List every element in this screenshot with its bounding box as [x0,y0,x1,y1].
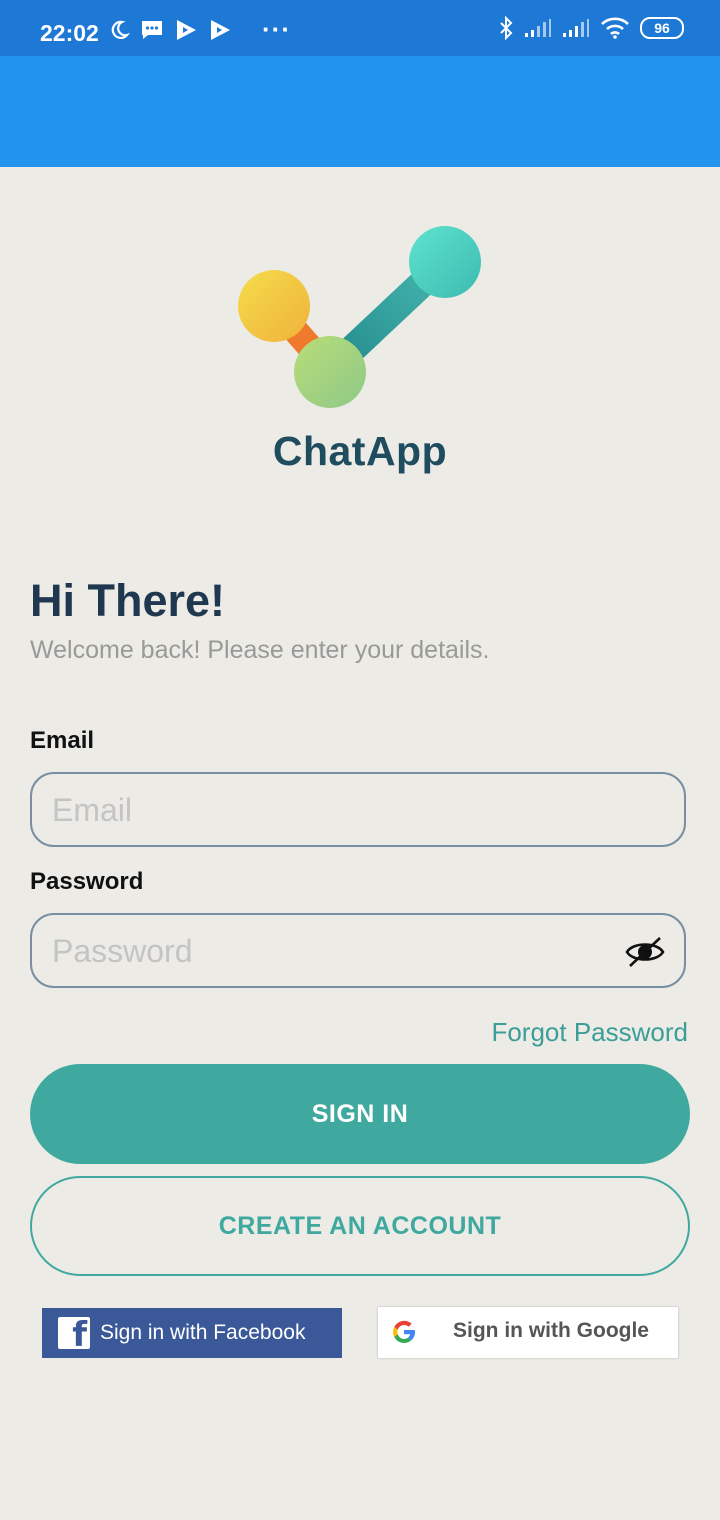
battery-indicator: 96 [640,17,684,39]
page-title: Hi There! [30,575,226,626]
brand-name: ChatApp [272,428,448,474]
notification-icons [108,18,232,42]
password-field-container [30,913,686,988]
message-icon [142,21,162,39]
page-subtitle: Welcome back! Please enter your details. [30,636,490,664]
facebook-icon: f [58,1317,90,1349]
password-field[interactable] [50,915,614,988]
signal-icon [525,19,551,37]
forgot-password-link[interactable]: Forgot Password [491,1017,688,1048]
email-label: Email [30,727,95,754]
google-sign-in-label: Sign in with Google [453,1319,649,1342]
play-icon [211,20,230,40]
create-account-button[interactable]: CREATE AN ACCOUNT [30,1176,690,1276]
eye-off-icon[interactable] [624,935,666,969]
bluetooth-icon [500,16,513,40]
moon-icon [111,20,130,39]
status-bar: 22:02 ··· 96 [0,0,720,56]
google-icon [393,1320,415,1344]
app-bar [0,56,720,167]
overflow-dots: ··· [262,14,291,44]
google-sign-in-button[interactable]: Sign in with Google [378,1307,678,1358]
system-icons: 96 [498,16,684,40]
sign-in-button[interactable]: SIGN IN [30,1064,690,1164]
chatapp-logo [238,226,481,408]
play-icon [177,20,196,40]
facebook-sign-in-label: Sign in with Facebook [100,1321,306,1344]
signal-icon [563,19,589,37]
email-field-container [30,772,686,847]
wifi-icon [601,17,629,39]
facebook-sign-in-button[interactable]: f Sign in with Facebook [42,1308,342,1358]
email-field[interactable] [50,774,614,847]
password-label: Password [30,868,144,895]
status-time: 22:02 [40,20,99,46]
